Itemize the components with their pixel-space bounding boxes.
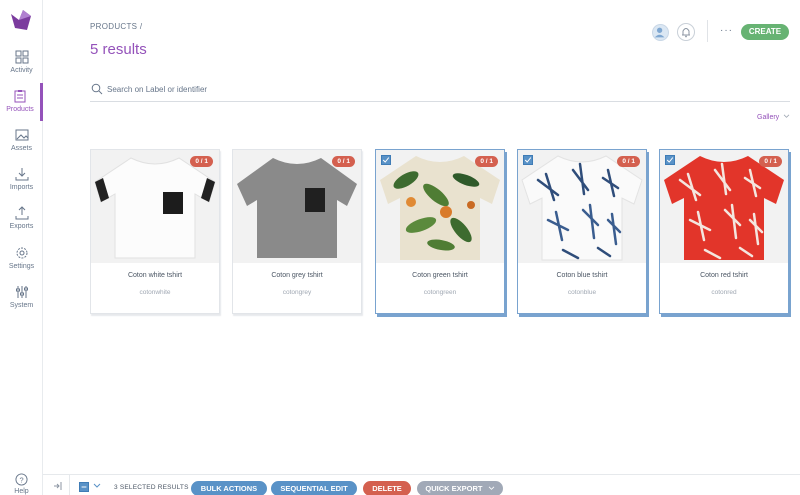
sidebar-item-label: System bbox=[9, 302, 34, 309]
product-card[interactable]: 0 / 1 Coton red tshirt cotonred bbox=[659, 149, 789, 314]
sidebar-item-settings[interactable]: Settings bbox=[0, 240, 43, 278]
quick-export-label: QUICK EXPORT bbox=[425, 484, 483, 493]
sidebar-item-label: Settings bbox=[8, 263, 35, 270]
bell-icon bbox=[682, 28, 690, 38]
product-card[interactable]: 0 / 1 Coton green tshirt cotongreen bbox=[375, 149, 505, 314]
check-icon bbox=[666, 157, 674, 163]
selected-count: 3 SELECTED RESULTS bbox=[114, 484, 189, 491]
bulk-actions-button[interactable]: BULK ACTIONS bbox=[191, 481, 267, 495]
clipboard-icon bbox=[14, 90, 26, 103]
completeness-badge: 0 / 1 bbox=[475, 156, 498, 167]
select-checkbox[interactable] bbox=[523, 155, 533, 165]
sidebar-item-exports[interactable]: Exports bbox=[0, 200, 43, 238]
akeneo-logo-icon[interactable] bbox=[9, 8, 33, 32]
check-icon bbox=[524, 157, 532, 163]
import-icon bbox=[15, 168, 28, 181]
chevron-down-icon bbox=[783, 114, 790, 118]
select-checkbox[interactable] bbox=[665, 155, 675, 165]
product-identifier: cotongrey bbox=[282, 289, 312, 296]
product-name: Coton red tshirt bbox=[700, 272, 748, 279]
quick-export-button[interactable]: QUICK EXPORT bbox=[417, 481, 503, 495]
completeness-badge: 0 / 1 bbox=[759, 156, 782, 167]
sequential-edit-button[interactable]: SEQUENTIAL EDIT bbox=[271, 481, 357, 495]
product-identifier: cotongreen bbox=[423, 289, 457, 296]
sidebar-item-help[interactable]: ? Help bbox=[0, 473, 43, 495]
more-actions-button[interactable]: ··· bbox=[720, 25, 733, 36]
sidebar-item-activity[interactable]: Activity bbox=[0, 44, 43, 82]
sidebar-item-label: Help bbox=[14, 488, 29, 495]
create-button[interactable]: CREATE bbox=[741, 24, 789, 40]
sidebar-item-imports[interactable]: Imports bbox=[0, 161, 43, 199]
sidebar-item-label: Exports bbox=[9, 223, 34, 230]
sidebar-item-label: Imports bbox=[9, 184, 34, 191]
completeness-badge: 0 / 1 bbox=[190, 156, 213, 167]
sidebar: Activity Products Assets Imports Exports… bbox=[0, 0, 43, 495]
help-icon: ? bbox=[15, 473, 28, 486]
header-divider bbox=[707, 20, 708, 42]
sidebar-item-label: Assets bbox=[10, 145, 32, 152]
select-all-checkbox[interactable] bbox=[79, 482, 89, 492]
product-card[interactable]: 0 / 1 Coton grey tshirt cotongrey bbox=[232, 149, 362, 314]
product-card[interactable]: 0 / 1 Coton white tshirt cotonwhite bbox=[90, 149, 220, 314]
sidebar-item-assets[interactable]: Assets bbox=[0, 122, 43, 160]
product-name: Coton white tshirt bbox=[127, 272, 183, 279]
sliders-icon bbox=[15, 286, 28, 298]
gear-icon bbox=[16, 247, 27, 259]
bulk-action-bar: 3 SELECTED RESULTS BULK ACTIONS SEQUENTI… bbox=[43, 474, 800, 495]
bar-divider bbox=[69, 475, 70, 495]
chevron-down-icon[interactable] bbox=[93, 483, 101, 489]
product-identifier: cotonred bbox=[711, 289, 737, 296]
chevron-down-icon bbox=[488, 486, 494, 490]
search-icon bbox=[91, 83, 103, 95]
sidebar-item-system[interactable]: System bbox=[0, 279, 43, 317]
product-identifier: cotonwhite bbox=[139, 289, 171, 296]
view-selector-label: Gallery bbox=[757, 114, 780, 121]
sidebar-item-label: Products bbox=[6, 106, 34, 113]
svg-text:?: ? bbox=[19, 475, 23, 484]
partial-select-icon bbox=[81, 486, 87, 488]
image-icon bbox=[15, 129, 28, 141]
search-bar bbox=[90, 80, 790, 102]
completeness-badge: 0 / 1 bbox=[617, 156, 640, 167]
delete-button[interactable]: DELETE bbox=[363, 481, 411, 495]
notifications-button[interactable] bbox=[677, 23, 695, 41]
collapse-panel-icon[interactable] bbox=[53, 481, 63, 491]
search-input[interactable] bbox=[107, 82, 707, 97]
breadcrumb[interactable]: PRODUCTS / bbox=[90, 22, 142, 31]
user-avatar[interactable] bbox=[652, 24, 669, 41]
dashboard-icon bbox=[15, 50, 28, 64]
product-name: Coton grey tshirt bbox=[271, 272, 323, 279]
product-card[interactable]: 0 / 1 Coton blue tshirt cotonblue bbox=[517, 149, 647, 314]
sidebar-item-products[interactable]: Products bbox=[0, 83, 43, 121]
completeness-badge: 0 / 1 bbox=[332, 156, 355, 167]
check-icon bbox=[382, 157, 390, 163]
page-title: 5 results bbox=[90, 41, 147, 58]
user-icon bbox=[654, 27, 665, 38]
export-icon bbox=[15, 206, 28, 220]
product-name: Coton blue tshirt bbox=[556, 272, 608, 279]
select-checkbox[interactable] bbox=[381, 155, 391, 165]
sidebar-item-label: Activity bbox=[10, 67, 33, 74]
view-selector[interactable]: Gallery bbox=[757, 114, 790, 121]
product-identifier: cotonblue bbox=[567, 289, 597, 296]
product-name: Coton green tshirt bbox=[412, 272, 468, 279]
